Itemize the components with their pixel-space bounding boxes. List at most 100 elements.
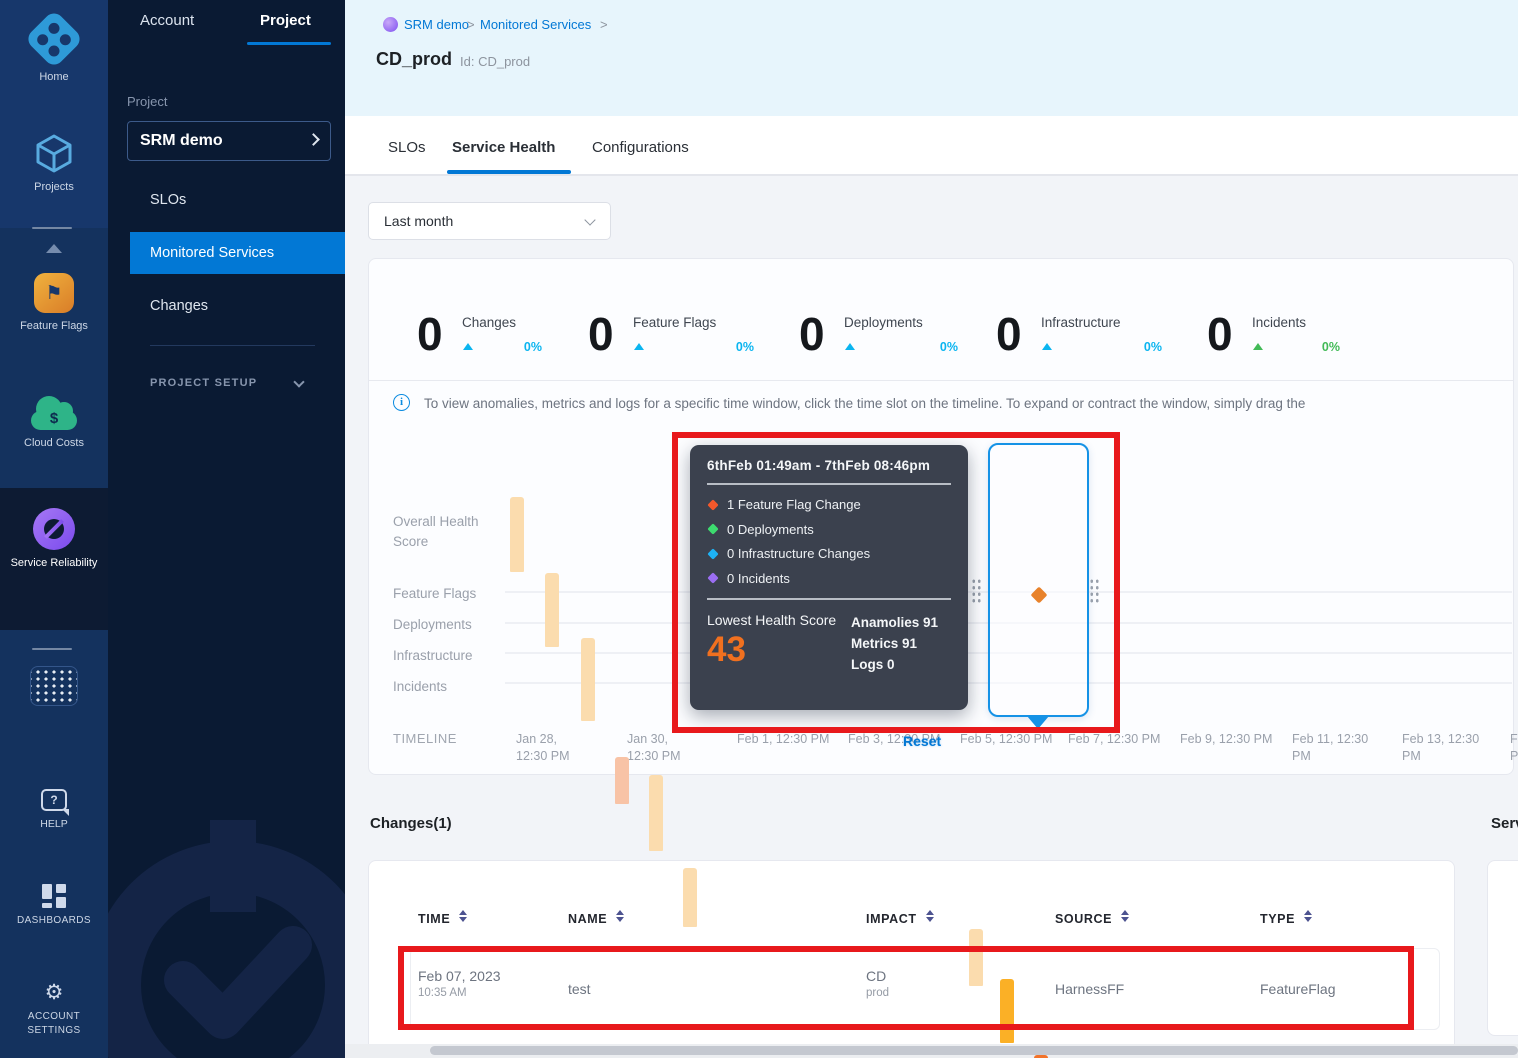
row-label-deployments: Deployments <box>393 615 472 635</box>
sidebar-item-home[interactable]: Home <box>0 18 108 84</box>
project-nav-panel: Account Project Project SRM demo SLOs Mo… <box>108 0 345 1058</box>
service-reliability-icon <box>33 508 75 550</box>
feature-flags-icon: ⚑ <box>34 273 74 313</box>
health-score-bar[interactable] <box>683 868 697 927</box>
project-selector[interactable]: SRM demo <box>127 121 331 161</box>
service-side-card <box>1487 860 1518 1036</box>
page-id-label: Id: CD_prod <box>460 54 530 69</box>
column-header-name[interactable]: NAME <box>568 910 624 926</box>
changes-section-title: Changes(1) <box>370 815 452 832</box>
scroll-up-icon[interactable] <box>46 244 62 253</box>
sidebar-divider <box>32 227 72 229</box>
sidebar-item-dashboards[interactable]: DASHBOARDS <box>0 884 108 928</box>
sidebar-item-label: Feature Flags <box>0 319 108 333</box>
breadcrumb-separator: > <box>600 17 608 32</box>
module-sidebar: Home Projects ⚑ Feature Flags $ Cloud Co… <box>0 0 108 1058</box>
divider <box>369 380 1513 381</box>
sidebar-item-cloud-costs[interactable]: $ Cloud Costs <box>0 396 108 450</box>
stat-changes: 0 Changes 0% <box>417 309 542 361</box>
timeline-tick: Feb 5, 12:30 PM <box>960 731 1075 748</box>
project-avatar-icon <box>383 17 398 32</box>
timeline-tick: Jan 28, 12:30 PM <box>516 731 586 765</box>
sidebar-item-service-reliability[interactable]: Service Reliability <box>0 508 108 570</box>
trend-up-icon <box>1253 343 1263 350</box>
breadcrumb-monitored-services[interactable]: Monitored Services <box>480 17 591 32</box>
nav-item-changes[interactable]: Changes <box>150 298 208 314</box>
nav-divider <box>150 345 315 346</box>
stat-label: Changes <box>462 315 516 330</box>
sort-icon <box>459 910 467 922</box>
help-icon: ? <box>41 789 67 811</box>
project-setup-toggle[interactable]: PROJECT SETUP <box>150 377 257 389</box>
row-label-feature-flags: Feature Flags <box>393 584 476 604</box>
service-panel-title: Serv <box>1491 815 1518 832</box>
tab-slos[interactable]: SLOs <box>388 139 426 156</box>
time-range-value: Last month <box>384 213 453 229</box>
project-setup-label: PROJECT SETUP <box>150 377 257 389</box>
time-range-select[interactable]: Last month <box>368 202 611 240</box>
app-window: Home Projects ⚑ Feature Flags $ Cloud Co… <box>0 0 1518 1058</box>
dashboards-icon <box>42 884 66 908</box>
stat-percent: 0% <box>940 340 958 354</box>
stat-feature-flags: 0 Feature Flags 0% <box>588 309 754 361</box>
projects-icon <box>33 132 75 174</box>
timeline-tick: Feb 11, 12:30 PM <box>1292 731 1372 765</box>
sort-icon <box>926 910 934 922</box>
health-score-bar[interactable] <box>581 638 595 721</box>
column-header-time[interactable]: TIME <box>418 910 467 926</box>
sidebar-item-projects[interactable]: Projects <box>0 132 108 194</box>
trend-up-icon <box>845 343 855 350</box>
column-header-type[interactable]: TYPE <box>1260 910 1312 926</box>
nav-item-monitored-services[interactable]: Monitored Services <box>130 232 345 274</box>
reset-button[interactable]: Reset <box>903 733 941 749</box>
sidebar-item-label: Cloud Costs <box>0 436 108 450</box>
row-label-infrastructure: Infrastructure <box>393 646 473 666</box>
stat-value: 0 <box>417 309 443 359</box>
column-header-impact[interactable]: IMPACT <box>866 910 934 926</box>
health-score-bar[interactable] <box>649 775 663 851</box>
timeline-label: TIMELINE <box>393 731 457 746</box>
timeline-tick: Feb 9, 12:30 PM <box>1180 731 1295 748</box>
tab-account[interactable]: Account <box>140 12 194 29</box>
stat-value: 0 <box>996 309 1022 359</box>
timeline-tick: Feb 13, 12:30 PM <box>1402 731 1482 765</box>
timeline-tick: Feb 15, 12:30 PM <box>1510 731 1518 765</box>
module-switcher-button[interactable] <box>0 666 108 706</box>
stat-label: Infrastructure <box>1041 315 1121 330</box>
stat-percent: 0% <box>1144 340 1162 354</box>
chevron-right-icon <box>307 133 320 146</box>
sidebar-item-account-settings[interactable]: ⚙ ACCOUNT SETTINGS <box>0 982 108 1038</box>
tab-service-health[interactable]: Service Health <box>452 139 555 156</box>
sidebar-item-label: Projects <box>0 180 108 194</box>
tab-project[interactable]: Project <box>260 12 311 29</box>
sidebar-item-feature-flags[interactable]: ⚑ Feature Flags <box>0 273 108 333</box>
health-score-bar[interactable] <box>545 573 559 647</box>
nav-item-slos[interactable]: SLOs <box>150 192 186 208</box>
annotation-box-tooltip <box>672 432 1120 733</box>
trend-up-icon <box>634 343 644 350</box>
stat-deployments: 0 Deployments 0% <box>799 309 958 361</box>
horizontal-scrollbar[interactable] <box>430 1046 1518 1055</box>
stat-incidents: 0 Incidents 0% <box>1207 309 1340 361</box>
stat-value: 0 <box>799 309 825 359</box>
breadcrumb-project[interactable]: SRM demo <box>404 17 469 32</box>
breadcrumb-separator: > <box>467 17 475 32</box>
sidebar-item-label: ACCOUNT SETTINGS <box>0 1010 108 1038</box>
health-score-bar[interactable] <box>615 757 629 804</box>
sidebar-item-label: DASHBOARDS <box>0 914 108 928</box>
stat-label: Deployments <box>844 315 923 330</box>
tab-configurations[interactable]: Configurations <box>592 139 689 156</box>
grid-icon <box>30 666 78 706</box>
health-score-bar[interactable] <box>510 497 524 572</box>
timeline-tick: Feb 1, 12:30 PM <box>737 731 852 748</box>
cloud-costs-icon: $ <box>31 396 77 430</box>
active-tab-underline <box>447 170 571 174</box>
column-header-source[interactable]: SOURCE <box>1055 910 1129 926</box>
stat-label: Incidents <box>1252 315 1306 330</box>
info-note: To view anomalies, metrics and logs for … <box>424 396 1516 411</box>
stat-percent: 0% <box>524 340 542 354</box>
sidebar-item-label: HELP <box>0 817 108 831</box>
sidebar-item-help[interactable]: ? HELP <box>0 789 108 831</box>
sidebar-item-label: Service Reliability <box>0 556 108 570</box>
info-icon: i <box>393 394 410 411</box>
